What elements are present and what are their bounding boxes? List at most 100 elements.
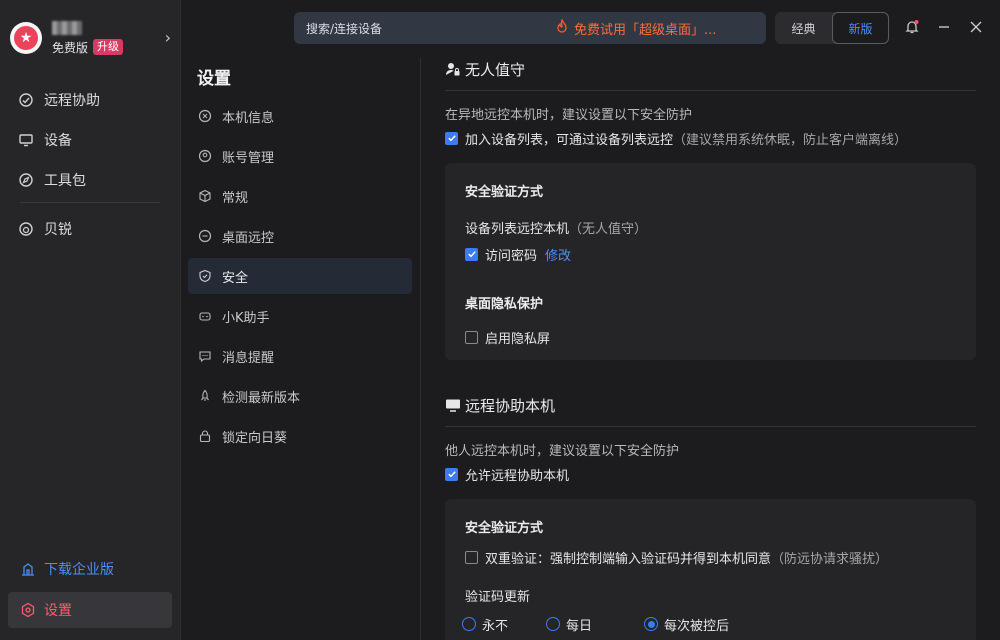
monitor-icon: [18, 132, 34, 148]
device-list-remote-text: 设备列表远控本机: [465, 222, 570, 237]
download-enterprise-link[interactable]: 下载企业版: [8, 552, 172, 586]
nav-label: 远程协助: [44, 93, 100, 109]
settings-item-notifications[interactable]: 消息提醒: [188, 338, 412, 374]
access-password-checkbox[interactable]: 访问密码 修改: [465, 243, 956, 265]
privacy-heading: 桌面隐私保护: [465, 297, 544, 312]
nav-item-oray[interactable]: 贝锐: [8, 211, 172, 247]
radio-after-each-control[interactable]: 每次被控后: [644, 615, 729, 634]
oray-icon: [18, 221, 34, 237]
settings-item-general[interactable]: 常规: [188, 178, 412, 214]
checkbox-checked-icon: [465, 247, 478, 261]
search-bar[interactable]: 搜索/连接设备 免费试用「超级桌面」...: [294, 12, 766, 44]
compass-icon: [18, 172, 34, 188]
settings-item-security[interactable]: 安全: [188, 258, 412, 294]
section-title-text: 远程协助本机: [465, 396, 556, 415]
mode-classic-button[interactable]: 经典: [775, 12, 832, 44]
checkbox-unchecked-icon: [465, 330, 478, 344]
checkbox-checked-icon: [445, 467, 458, 481]
radio-unselected-icon: [462, 617, 476, 631]
unattended-verify-panel: 安全验证方式 设备列表远控本机（无人值守） 访问密码 修改 桌面隐私保护 启用隐…: [445, 163, 976, 360]
settings-item-account[interactable]: 账号管理: [188, 138, 412, 174]
dual-verify-checkbox[interactable]: 双重验证：强制控制端输入验证码并得到本机同意 （防远协请求骚扰）: [465, 546, 956, 568]
profile-card[interactable]: ★ 免费版 升级 ›: [10, 18, 175, 58]
settings-item-label: 小K助手: [222, 310, 270, 326]
mode-new-button[interactable]: 新版: [832, 12, 889, 44]
nav-item-devices[interactable]: 设备: [8, 122, 172, 158]
settings-title: 设置: [197, 68, 231, 89]
rocket-icon: [197, 388, 213, 404]
settings-item-check-update[interactable]: 检测最新版本: [188, 378, 412, 414]
settings-item-label: 消息提醒: [222, 350, 275, 366]
settings-hexagon-icon: [20, 602, 36, 618]
settings-item-device-info[interactable]: 本机信息: [188, 98, 412, 134]
checkbox-label: 启用隐私屏: [485, 331, 551, 347]
panel-heading: 安全验证方式: [465, 185, 544, 200]
settings-item-label: 桌面远控: [222, 230, 275, 246]
settings-item-label: 账号管理: [222, 150, 275, 166]
settings-item-assistant[interactable]: 小K助手: [188, 298, 412, 334]
checkbox-hint: （建议禁用系统休眠，防止客户端离线）: [673, 132, 908, 148]
section-unattended-title: 无人值守: [445, 56, 976, 82]
join-device-list-checkbox[interactable]: 加入设备列表，可通过设备列表远控 （建议禁用系统休眠，防止客户端离线）: [445, 127, 976, 149]
checkbox-label: 加入设备列表，可通过设备列表远控: [465, 132, 674, 148]
cube-icon: [197, 188, 213, 204]
checkbox-label: 访问密码: [485, 248, 538, 264]
robot-icon: [197, 308, 213, 324]
radio-never[interactable]: 永不: [462, 615, 508, 634]
settings-item-label: 检测最新版本: [222, 390, 301, 406]
assist-verify-panel: 安全验证方式 双重验证：强制控制端输入验证码并得到本机同意 （防远协请求骚扰） …: [445, 499, 976, 640]
assist-desc: 他人远控本机时，建议设置以下安全防护: [445, 443, 680, 459]
plan-label: 免费版: [52, 40, 89, 55]
settings-item-lock[interactable]: 锁定向日葵: [188, 418, 412, 454]
section-title-text: 无人值守: [465, 60, 526, 79]
fire-icon: [556, 17, 568, 37]
allow-remote-assist-checkbox[interactable]: 允许远程协助本机: [445, 463, 976, 485]
avatar[interactable]: ★: [10, 22, 42, 54]
nav-item-settings[interactable]: 设置: [8, 592, 172, 628]
radio-unselected-icon: [546, 617, 561, 631]
download-enterprise-label: 下载企业版: [44, 562, 114, 578]
nav-item-remote-assist[interactable]: 远程协助: [8, 82, 172, 118]
search-placeholder: 搜索/连接设备: [306, 21, 383, 36]
nav-label: 设备: [44, 133, 72, 149]
privacy-screen-checkbox[interactable]: 启用隐私屏: [465, 326, 956, 348]
bell-icon[interactable]: [903, 18, 921, 36]
close-icon[interactable]: [967, 18, 985, 36]
nav-divider: [20, 202, 160, 203]
code-update-label: 验证码更新: [465, 590, 531, 605]
nav-item-toolkit[interactable]: 工具包: [8, 162, 172, 198]
user-lock-icon: [445, 61, 461, 77]
radio-daily[interactable]: 每日: [546, 615, 592, 634]
radio-label: 每次被控后: [664, 618, 730, 634]
section-assist-title: 远程协助本机: [445, 392, 976, 418]
chevron-right-icon[interactable]: ›: [165, 28, 171, 47]
settings-nav: 设置 本机信息 账号管理 常规 桌面远控 安全 小K助手 消息提醒 检测最新版本…: [188, 58, 412, 458]
checkbox-label: 允许远程协助本机: [465, 468, 570, 484]
panel-heading: 安全验证方式: [465, 521, 544, 536]
username-blurred: [52, 20, 82, 35]
lock-icon: [197, 428, 213, 444]
nav-label: 工具包: [44, 173, 86, 189]
checkbox-unchecked-icon: [465, 550, 478, 564]
device-list-remote-label: 设备列表远控本机（无人值守）: [465, 218, 956, 237]
monitor-filled-icon: [445, 397, 461, 413]
promo-link[interactable]: 免费试用「超级桌面」...: [556, 17, 717, 38]
settings-content: 无人值守 在异地远控本机时，建议设置以下安全防护 加入设备列表，可通过设备列表远…: [445, 56, 976, 640]
device-info-icon: [197, 108, 213, 124]
settings-item-desktop-remote[interactable]: 桌面远控: [188, 218, 412, 254]
upgrade-badge[interactable]: 升级: [93, 39, 124, 55]
checkbox-checked-icon: [445, 131, 458, 145]
settings-item-label: 本机信息: [222, 110, 275, 126]
mode-switch: 经典 新版: [775, 12, 889, 44]
settings-item-label: 锁定向日葵: [222, 430, 288, 446]
shield-icon: [197, 268, 213, 284]
promo-text: 免费试用「超级桌面」...: [574, 22, 717, 38]
modify-password-link[interactable]: 修改: [545, 245, 571, 264]
building-icon: [20, 561, 36, 577]
checkbox-hint: （防远协请求骚扰）: [771, 551, 889, 567]
account-icon: [197, 148, 213, 164]
settings-item-label: 常规: [222, 190, 249, 206]
unattended-desc: 在异地远控本机时，建议设置以下安全防护: [445, 107, 693, 123]
minimize-icon[interactable]: [935, 18, 953, 36]
message-icon: [197, 348, 213, 364]
